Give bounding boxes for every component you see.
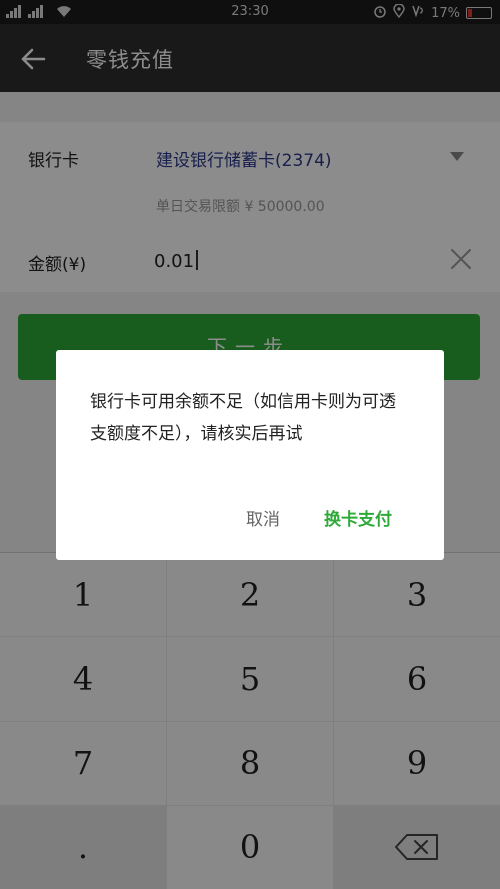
dialog-message: 银行卡可用余额不足（如信用卡则为可透支额度不足），请核实后再试	[90, 392, 396, 444]
insufficient-balance-dialog: 银行卡可用余额不足（如信用卡则为可透支额度不足），请核实后再试 取消 换卡支付	[56, 350, 444, 560]
change-card-button[interactable]: 换卡支付	[324, 505, 392, 530]
dialog-cancel-button[interactable]: 取消	[246, 505, 280, 530]
